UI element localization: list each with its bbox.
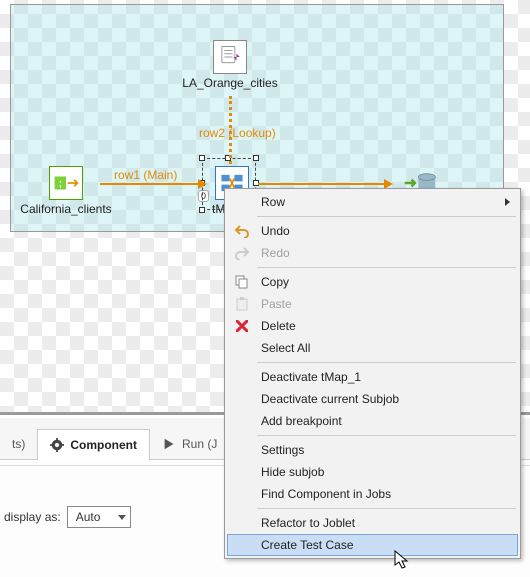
tab-run[interactable]: Run (J [150,429,229,459]
paste-icon [231,297,253,311]
displayas-label: display as: [4,510,61,524]
link-row1-label: row1 (Main) [114,168,177,182]
submenu-arrow-icon [505,198,510,206]
input-icon: ; [49,166,83,200]
link-out[interactable] [258,183,390,185]
menu-label: Paste [261,297,292,311]
menu-select-all[interactable]: Select All [227,337,518,359]
component-label: California_clients [6,202,126,216]
menu-separator [257,267,516,268]
menu-label: Find Component in Jobs [261,487,391,501]
menu-create-test-case[interactable]: Create Test Case [227,534,518,556]
menu-label: Redo [261,246,290,260]
menu-separator [257,216,516,217]
displayas-value: Auto [76,510,101,524]
menu-label: Undo [261,224,290,238]
component-label: LA_Orange_cities [170,76,290,90]
svg-text:;: ; [59,178,62,189]
menu-label: Deactivate current Subjob [261,392,399,406]
menu-redo: Redo [227,242,518,264]
menu-paste: Paste [227,293,518,315]
component-tab-icon [50,438,64,452]
menu-label: Add breakpoint [261,414,342,428]
copy-icon [231,275,253,289]
delete-icon [231,320,253,332]
menu-add-breakpoint[interactable]: Add breakpoint [227,410,518,432]
menu-label: Copy [261,275,289,289]
component-california-clients[interactable]: ; California_clients [6,166,126,216]
menu-hide-subjob[interactable]: Hide subjob [227,461,518,483]
menu-separator [257,362,516,363]
menu-label: Create Test Case [261,538,354,552]
menu-label: Refactor to Joblet [261,516,355,530]
run-icon [162,437,176,451]
menu-deactivate-tmap[interactable]: Deactivate tMap_1 [227,366,518,388]
menu-undo[interactable]: Undo [227,220,518,242]
menu-label: Delete [261,319,296,333]
displayas-select[interactable]: Auto [67,506,132,528]
menu-label: Hide subjob [261,465,324,479]
menu-separator [257,435,516,436]
menu-label: Row [261,195,285,209]
menu-deactivate-subjob[interactable]: Deactivate current Subjob [227,388,518,410]
file-icon [213,40,247,74]
menu-settings[interactable]: Settings [227,439,518,461]
menu-label: Deactivate tMap_1 [261,370,361,384]
menu-separator [257,508,516,509]
link-row2-label: row2 (Lookup) [199,126,276,140]
context-menu: Row Undo Redo Copy Paste Delete Selec [224,188,521,559]
redo-icon [231,246,253,260]
menu-delete[interactable]: Delete [227,315,518,337]
link-row1[interactable] [100,183,204,185]
menu-refactor-joblet[interactable]: Refactor to Joblet [227,512,518,534]
menu-row[interactable]: Row [227,191,518,213]
tab-label: ts) [12,437,25,451]
menu-find-component[interactable]: Find Component in Jobs [227,483,518,505]
menu-copy[interactable]: Copy [227,271,518,293]
tab-component[interactable]: Component [37,429,150,460]
chevron-down-icon [118,515,126,520]
tab-label: Component [70,438,137,452]
component-la-orange-cities[interactable]: LA_Orange_cities [170,40,290,90]
undo-icon [231,224,253,238]
menu-label: Select All [261,341,310,355]
tab-label: Run (J [182,437,217,451]
menu-label: Settings [261,443,304,457]
tab-previous[interactable]: ts) [0,429,37,459]
